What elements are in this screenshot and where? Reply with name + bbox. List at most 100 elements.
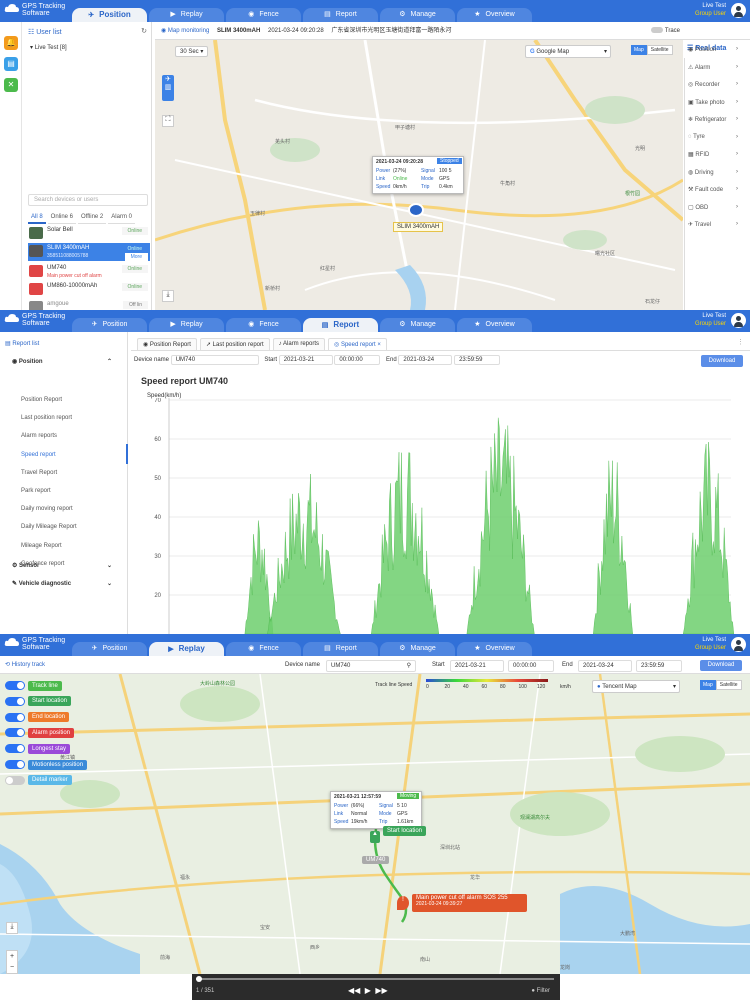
toggle-switch[interactable] <box>5 775 25 785</box>
user-tree[interactable]: ▾ Live Test [8] <box>30 44 67 51</box>
tab-fence[interactable]: ◉ Fence <box>226 8 301 22</box>
real-data-item[interactable]: ⚒ Fault code › <box>688 186 738 193</box>
map-view[interactable]: 甲子塘村 羌头村 红星村 石龙仔 玉律村 牛角村 根竹园 曙光社区 新桥村 光明… <box>155 40 683 310</box>
tab-position[interactable]: ✈ Position <box>72 642 147 656</box>
map-provider-select[interactable]: ● Tencent Map ▾ <box>592 680 680 693</box>
more-button[interactable]: More <box>124 253 148 261</box>
device-item[interactable]: UM740 Main power cut off alarm Online <box>28 263 150 281</box>
avatar[interactable] <box>731 3 746 18</box>
user-info[interactable]: Live Test Group User <box>695 312 726 328</box>
download-icon[interactable]: ⤓ <box>6 922 18 934</box>
device-name-field[interactable]: UM740 <box>170 355 259 365</box>
trace-toggle[interactable]: Trace <box>651 22 680 40</box>
tab-replay[interactable]: ▶ Replay <box>149 642 224 656</box>
track-option[interactable]: Alarm position <box>5 727 75 738</box>
close-icon[interactable]: × <box>377 342 381 348</box>
tab-manage[interactable]: ⚙ Manage <box>380 8 455 22</box>
user-info[interactable]: Live Test Group User <box>695 636 726 652</box>
satellite-button[interactable]: Satellite <box>715 680 742 690</box>
satellite-button[interactable]: Satellite <box>646 45 673 55</box>
device-item-selected[interactable]: SLIM 3400mAH 358511088005788 Online More <box>28 243 150 261</box>
report-item[interactable]: Position Report <box>21 397 62 403</box>
real-data-item[interactable]: ◎ Recorder › <box>688 81 738 88</box>
tab-position[interactable]: ✈ Position <box>72 8 147 22</box>
real-data-item[interactable]: ◌ Tyre › <box>688 134 738 140</box>
real-data-item[interactable]: ✈ Travel › <box>688 221 738 228</box>
report-item[interactable]: Geofence report <box>21 561 64 567</box>
report-item[interactable]: Last position report <box>21 415 72 421</box>
refresh-interval-select[interactable]: 30 Sec ▾ <box>175 46 209 57</box>
track-option[interactable]: Detail marker <box>5 775 72 786</box>
bell-icon[interactable]: 🔔 <box>4 36 18 50</box>
toggle-switch[interactable] <box>5 728 25 738</box>
user-info[interactable]: Live Test Group User <box>695 2 726 18</box>
subtab-alarm[interactable]: ♪ Alarm reports <box>272 338 326 350</box>
track-option[interactable]: Motionless position <box>5 759 88 770</box>
filter-online[interactable]: Online 6 <box>47 212 77 224</box>
tab-overview[interactable]: ★ Overview <box>457 642 532 656</box>
toggle-switch[interactable] <box>5 744 25 754</box>
start-date-field[interactable]: 2021-03-21 <box>450 660 504 672</box>
track-option[interactable]: Track line <box>5 680 62 691</box>
map-button[interactable]: Map <box>631 45 647 55</box>
real-data-item[interactable]: ▢ OBD › <box>688 204 738 211</box>
map-button[interactable]: Map <box>700 680 716 690</box>
fullscreen-icon[interactable]: ⛶ <box>162 115 174 127</box>
vehicle-marker-icon[interactable] <box>408 203 424 217</box>
device-item[interactable]: UM860-10000mAh Online <box>28 281 150 299</box>
tab-fence[interactable]: ◉ Fence <box>226 642 301 656</box>
zoom-in-icon[interactable]: + <box>7 951 17 962</box>
report-item[interactable]: Mileage Report <box>21 543 62 549</box>
tab-manage[interactable]: ⚙ Manage <box>380 318 455 332</box>
toggle-switch[interactable] <box>5 760 25 769</box>
start-date-field[interactable]: 2021-03-21 <box>278 355 333 365</box>
fast-forward-icon[interactable]: ▶▶ <box>375 986 387 995</box>
filter-offline[interactable]: Offline 2 <box>78 212 107 224</box>
end-time-field[interactable]: 23:59:59 <box>454 355 501 365</box>
avatar[interactable] <box>731 313 746 328</box>
tools-icon[interactable]: ✕ <box>4 78 18 92</box>
real-data-item[interactable]: ⚠ Alarm › <box>688 64 738 71</box>
avatar[interactable] <box>731 637 746 652</box>
filter-all[interactable]: All 8 <box>28 212 46 224</box>
play-icon[interactable]: ▶ <box>365 986 371 995</box>
track-option[interactable]: Start location <box>5 696 72 707</box>
report-item[interactable]: Park report <box>21 488 51 494</box>
real-data-item[interactable]: ◍ Driving › <box>688 169 738 176</box>
toggle-switch[interactable] <box>5 712 25 722</box>
device-item[interactable]: Solar Bell Online <box>28 225 150 243</box>
filter-alarm[interactable]: Alarm 0 <box>108 212 135 224</box>
filter-toggle[interactable]: ● Filter <box>531 988 550 994</box>
trash-icon[interactable]: ▥ <box>162 83 174 91</box>
end-time-field[interactable]: 23:59:59 <box>636 660 682 672</box>
tab-report[interactable]: ▤ Report <box>303 642 378 656</box>
tab-overview[interactable]: ★ Overview <box>457 8 532 22</box>
report-item[interactable]: Alarm reports <box>21 433 57 439</box>
tab-report[interactable]: ▤ Report <box>303 8 378 22</box>
real-data-item[interactable]: ◉ Position › <box>688 46 738 53</box>
subtab-last-position[interactable]: ➚ Last position report <box>199 338 270 350</box>
playback-slider[interactable] <box>196 976 554 982</box>
real-data-item[interactable]: ▦ RFID › <box>688 151 738 158</box>
real-data-item[interactable]: ▣ Take photo › <box>688 99 738 106</box>
download-icon[interactable]: ⤓ <box>162 290 174 302</box>
report-item[interactable]: Daily moving report <box>21 506 73 512</box>
device-name-field[interactable]: UM740 ⚲ <box>326 660 416 672</box>
ruler-icon[interactable]: ✈ <box>162 75 174 83</box>
start-time-field[interactable]: 00:00:00 <box>508 660 554 672</box>
map-provider-select[interactable]: G Google Map ▾ <box>525 45 611 58</box>
vehicle-marker-label[interactable]: SLIM 3400mAH <box>393 222 444 232</box>
tab-fence[interactable]: ◉ Fence <box>226 318 301 332</box>
group-vehicle[interactable]: ✎ Vehicle diagnostic ⌄ <box>12 580 112 587</box>
more-icon[interactable]: ⋮ <box>737 338 744 346</box>
start-time-field[interactable]: 00:00:00 <box>334 355 381 365</box>
group-position[interactable]: ◉ Position ⌃ <box>12 358 112 365</box>
end-date-field[interactable]: 2021-03-24 <box>578 660 632 672</box>
toggle-switch[interactable] <box>5 696 25 706</box>
report-item[interactable]: Daily Mileage Report <box>21 524 77 530</box>
real-data-item[interactable]: ❄ Refrigerator › <box>688 116 738 123</box>
tab-report[interactable]: ▤ Report <box>303 318 378 332</box>
toggle-switch[interactable] <box>5 681 25 690</box>
device-item[interactable]: amgoue Off lin <box>28 299 150 310</box>
report-item[interactable]: Speed report <box>21 452 56 458</box>
